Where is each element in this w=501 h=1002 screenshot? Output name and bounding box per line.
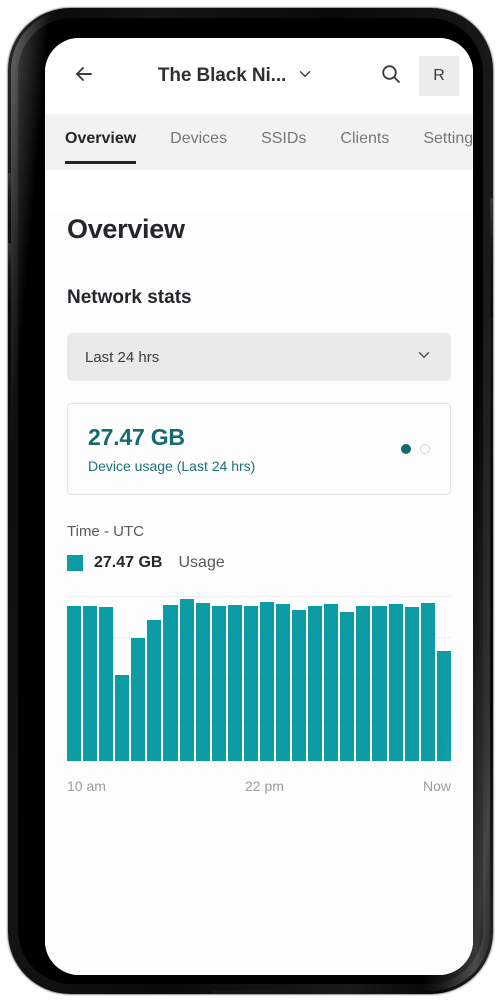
tab-label: SSIDs <box>261 130 307 147</box>
tab-overview[interactable]: Overview <box>65 114 137 164</box>
x-tick-start: 10 am <box>67 778 106 794</box>
tab-label: Settings <box>423 130 473 147</box>
chart-bar[interactable] <box>67 606 82 761</box>
search-icon <box>379 62 403 91</box>
chart-bar[interactable] <box>179 599 194 761</box>
chart-bars <box>67 596 451 761</box>
chart-bar[interactable] <box>340 611 355 761</box>
tab-ssids[interactable]: SSIDs <box>261 114 306 148</box>
chart-bar[interactable] <box>227 605 242 761</box>
page-title: Overview <box>67 214 185 244</box>
legend-series-name: Usage <box>178 554 225 571</box>
chart-bar[interactable] <box>259 601 275 761</box>
gridline <box>67 761 451 762</box>
page-dot-inactive[interactable] <box>420 444 430 454</box>
volume-up-button[interactable] <box>8 173 11 231</box>
usage-card-text: 27.47 GB Device usage (Last 24 hrs) <box>88 424 401 474</box>
chart-bar[interactable] <box>324 603 339 761</box>
chart-bar[interactable] <box>243 606 258 761</box>
tab-label: Clients <box>340 130 390 147</box>
chart-bar[interactable] <box>436 650 451 761</box>
chart-bar[interactable] <box>420 602 435 761</box>
overview-content: Overview Network stats Last 24 hrs 27.47… <box>45 214 473 975</box>
chart-bar[interactable] <box>115 674 130 761</box>
page-dot-active[interactable] <box>401 444 411 454</box>
chart-bar[interactable] <box>404 607 419 761</box>
carousel-page-indicator[interactable] <box>401 444 430 454</box>
tab-label: Devices <box>170 130 228 147</box>
chart-bar[interactable] <box>195 602 210 761</box>
chart-bar[interactable] <box>308 606 323 761</box>
chevron-down-icon <box>296 65 314 88</box>
chart-bar[interactable] <box>163 605 178 761</box>
usage-bar-chart[interactable] <box>67 596 451 762</box>
chevron-down-icon <box>415 346 433 369</box>
usage-caption: Device usage (Last 24 hrs) <box>88 458 256 474</box>
power-button[interactable] <box>490 198 493 318</box>
tab-label: Overview <box>65 130 137 147</box>
chart-bar[interactable] <box>372 606 387 761</box>
chart-bar[interactable] <box>356 606 371 761</box>
device-usage-card[interactable]: 27.47 GB Device usage (Last 24 hrs) <box>67 403 451 495</box>
tab-settings[interactable]: Settings <box>423 114 473 148</box>
chart-bar[interactable] <box>99 607 114 761</box>
chart-bar[interactable] <box>83 606 98 761</box>
legend-value: 27.47 GB <box>94 554 163 571</box>
chart-bar[interactable] <box>276 603 291 761</box>
phone-frame: The Black Ni... R Overview Devices SSIDs… <box>8 8 493 994</box>
volume-down-button[interactable] <box>8 243 11 301</box>
network-selector[interactable]: The Black Ni... <box>103 65 369 88</box>
chart-x-axis: 10 am 22 pm Now <box>67 778 451 794</box>
tab-devices[interactable]: Devices <box>170 114 227 148</box>
tab-bar[interactable]: Overview Devices SSIDs Clients Settings <box>45 114 473 170</box>
avatar-initial: R <box>433 67 445 84</box>
tab-clients[interactable]: Clients <box>340 114 389 148</box>
x-tick-end: Now <box>422 778 451 794</box>
chart-bar[interactable] <box>388 603 403 761</box>
x-tick-mid: 22 pm <box>244 778 284 794</box>
time-axis-label: Time - UTC <box>67 523 144 540</box>
chart-bar[interactable] <box>147 619 162 761</box>
chart-bar[interactable] <box>131 638 146 761</box>
phone-screen: The Black Ni... R Overview Devices SSIDs… <box>45 38 473 975</box>
legend-color-swatch <box>67 555 83 571</box>
section-title: Network stats <box>67 287 192 308</box>
arrow-left-icon <box>72 62 96 91</box>
search-button[interactable] <box>369 54 413 98</box>
bottom-hardware-nub <box>211 990 290 994</box>
usage-value: 27.47 GB <box>88 424 185 450</box>
avatar[interactable]: R <box>419 56 459 96</box>
chart-bar[interactable] <box>292 609 307 761</box>
time-range-select[interactable]: Last 24 hrs <box>67 333 451 381</box>
chart-legend: 27.47 GB Usage <box>67 554 451 572</box>
app-title: The Black Ni... <box>157 65 287 86</box>
app-bar: The Black Ni... R <box>45 38 473 114</box>
chart-bar[interactable] <box>211 606 226 761</box>
time-range-value: Last 24 hrs <box>85 348 160 366</box>
back-button[interactable] <box>65 57 103 95</box>
